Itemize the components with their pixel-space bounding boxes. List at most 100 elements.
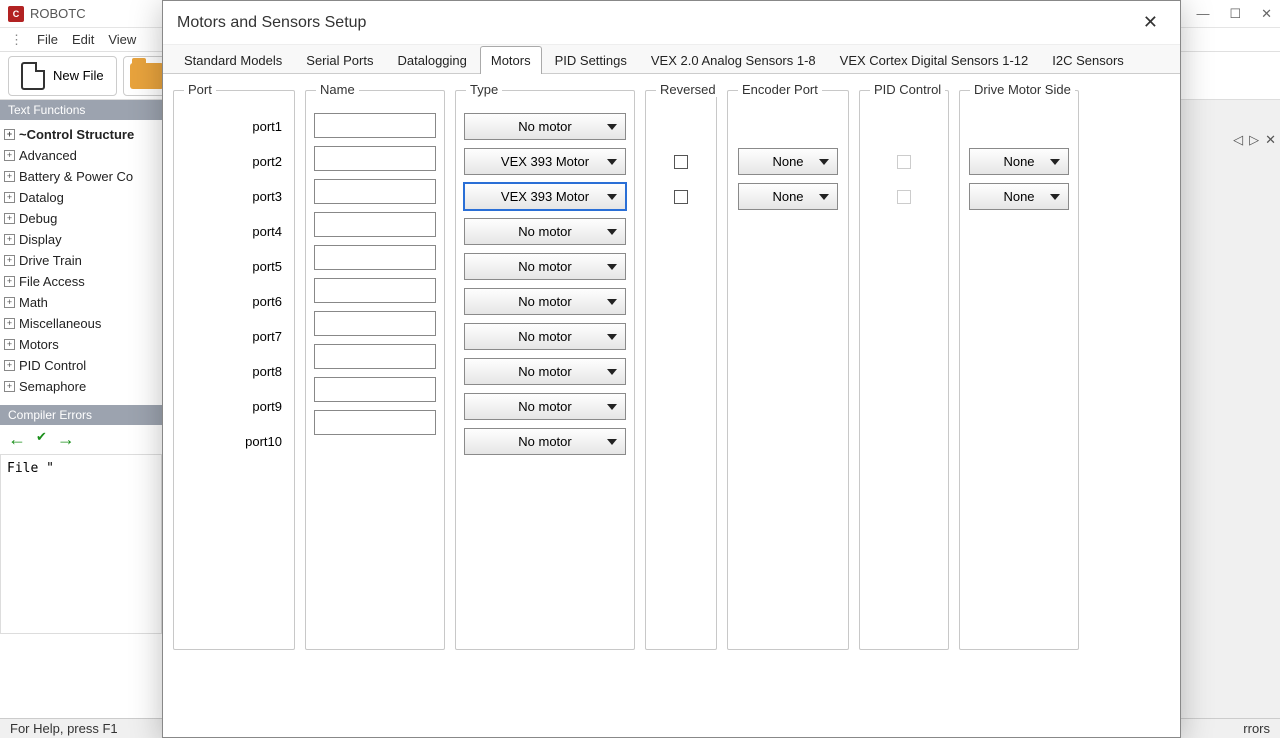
- tree-item-label: Motors: [19, 337, 59, 352]
- reversed-checkbox-port3[interactable]: [674, 190, 688, 204]
- menu-file[interactable]: File: [37, 32, 58, 47]
- tab-i2c-sensors[interactable]: I2C Sensors: [1041, 46, 1135, 74]
- tab-next-icon[interactable]: ▷: [1249, 132, 1259, 148]
- dialog-tabs: Standard ModelsSerial PortsDataloggingMo…: [163, 45, 1180, 74]
- drive-group: Drive Motor Side NoneNone: [959, 90, 1079, 650]
- expand-icon[interactable]: +: [4, 129, 15, 140]
- drive-dropdown-port2[interactable]: None: [969, 148, 1069, 175]
- name-input-port5[interactable]: [314, 245, 436, 270]
- tree-item-label: Advanced: [19, 148, 77, 163]
- prev-arrow-icon[interactable]: ←: [8, 429, 26, 450]
- name-input-port9[interactable]: [314, 377, 436, 402]
- tab-close-icon[interactable]: ✕: [1265, 132, 1276, 148]
- tree-item-5[interactable]: +Display: [0, 229, 162, 250]
- tree-item-0[interactable]: + ~Control Structure: [0, 124, 162, 145]
- dialog-close-button[interactable]: ✕: [1135, 8, 1166, 37]
- encoder-dropdown-port2[interactable]: None: [738, 148, 838, 175]
- name-input-port2[interactable]: [314, 146, 436, 171]
- app-title: ROBOTC: [30, 6, 86, 21]
- tab-serial-ports[interactable]: Serial Ports: [295, 46, 384, 74]
- port-group: Port port1port2port3port4port5port6port7…: [173, 90, 295, 650]
- minimize-icon[interactable]: —: [1196, 6, 1209, 22]
- port-label-9: port9: [182, 393, 286, 420]
- next-arrow-icon[interactable]: →: [57, 429, 75, 450]
- close-icon[interactable]: ✕: [1261, 6, 1272, 22]
- type-value: No motor: [518, 224, 571, 239]
- name-input-port4[interactable]: [314, 212, 436, 237]
- tab-prev-icon[interactable]: ◁: [1233, 132, 1243, 148]
- encoder-dropdown-port3[interactable]: None: [738, 183, 838, 210]
- type-dropdown-port1[interactable]: No motor: [464, 113, 626, 140]
- tree-item-7[interactable]: + File Access: [0, 271, 162, 292]
- type-dropdown-port10[interactable]: No motor: [464, 428, 626, 455]
- tree-item-9[interactable]: + Miscellaneous: [0, 313, 162, 334]
- chevron-down-icon: [607, 124, 617, 130]
- expand-icon[interactable]: +: [4, 171, 15, 182]
- tree-item-10[interactable]: + Motors: [0, 334, 162, 355]
- tab-vex-2-0-analog-sensors-1-8[interactable]: VEX 2.0 Analog Sensors 1-8: [640, 46, 827, 74]
- check-icon[interactable]: ✔: [36, 429, 47, 450]
- expand-icon[interactable]: +: [4, 297, 15, 308]
- name-input-port7[interactable]: [314, 311, 436, 336]
- maximize-icon[interactable]: ☐: [1229, 6, 1241, 22]
- expand-icon[interactable]: +: [4, 276, 15, 287]
- tree-item-11[interactable]: +PID Control: [0, 355, 162, 376]
- tab-pid-settings[interactable]: PID Settings: [544, 46, 638, 74]
- name-input-port10[interactable]: [314, 410, 436, 435]
- type-dropdown-port2[interactable]: VEX 393 Motor: [464, 148, 626, 175]
- type-dropdown-port6[interactable]: No motor: [464, 288, 626, 315]
- drive-value: None: [1003, 154, 1034, 169]
- name-input-port8[interactable]: [314, 344, 436, 369]
- new-file-icon: [21, 62, 45, 90]
- tree-item-label: Miscellaneous: [19, 316, 101, 331]
- text-functions-tree: + ~Control Structure + Advanced +Battery & P…: [0, 120, 162, 401]
- expand-icon[interactable]: +: [4, 213, 15, 224]
- expand-icon[interactable]: +: [4, 234, 15, 245]
- tree-item-4[interactable]: +Debug: [0, 208, 162, 229]
- type-dropdown-port3[interactable]: VEX 393 Motor: [464, 183, 626, 210]
- type-dropdown-port8[interactable]: No motor: [464, 358, 626, 385]
- expand-icon[interactable]: +: [4, 381, 15, 392]
- chevron-down-icon: [607, 159, 617, 165]
- expand-icon[interactable]: +: [4, 360, 15, 371]
- reversed-checkbox-port2[interactable]: [674, 155, 688, 169]
- tree-item-2[interactable]: +Battery & Power Co: [0, 166, 162, 187]
- tree-item-8[interactable]: +Math: [0, 292, 162, 313]
- type-legend: Type: [466, 82, 502, 97]
- chevron-down-icon: [819, 159, 829, 165]
- type-dropdown-port5[interactable]: No motor: [464, 253, 626, 280]
- menu-edit[interactable]: Edit: [72, 32, 94, 47]
- drive-dropdown-port3[interactable]: None: [969, 183, 1069, 210]
- type-dropdown-port7[interactable]: No motor: [464, 323, 626, 350]
- drive-legend: Drive Motor Side: [970, 82, 1075, 97]
- tab-datalogging[interactable]: Datalogging: [386, 46, 477, 74]
- tree-item-label: File Access: [19, 274, 85, 289]
- name-input-port1[interactable]: [314, 113, 436, 138]
- tab-standard-models[interactable]: Standard Models: [173, 46, 293, 74]
- type-dropdown-port4[interactable]: No motor: [464, 218, 626, 245]
- type-dropdown-port9[interactable]: No motor: [464, 393, 626, 420]
- expand-icon[interactable]: +: [4, 339, 15, 350]
- name-legend: Name: [316, 82, 359, 97]
- expand-icon[interactable]: +: [4, 192, 15, 203]
- tab-content-motors: Port port1port2port3port4port5port6port7…: [163, 74, 1180, 737]
- tree-item-label: ~Control Structure: [19, 127, 134, 142]
- expand-icon[interactable]: +: [4, 150, 15, 161]
- drive-value: None: [1003, 189, 1034, 204]
- new-file-label: New File: [53, 68, 104, 83]
- tree-item-12[interactable]: +Semaphore: [0, 376, 162, 397]
- tab-vex-cortex-digital-sensors-1-12[interactable]: VEX Cortex Digital Sensors 1-12: [829, 46, 1040, 74]
- tree-item-1[interactable]: + Advanced: [0, 145, 162, 166]
- chevron-down-icon: [607, 299, 617, 305]
- expand-icon[interactable]: +: [4, 255, 15, 266]
- name-input-port6[interactable]: [314, 278, 436, 303]
- chevron-down-icon: [819, 194, 829, 200]
- name-input-port3[interactable]: [314, 179, 436, 204]
- chevron-down-icon: [607, 439, 617, 445]
- expand-icon[interactable]: +: [4, 318, 15, 329]
- tab-motors[interactable]: Motors: [480, 46, 542, 74]
- tree-item-3[interactable]: +Datalog: [0, 187, 162, 208]
- tree-item-6[interactable]: +Drive Train: [0, 250, 162, 271]
- menu-view[interactable]: View: [108, 32, 136, 47]
- new-file-button[interactable]: New File: [8, 56, 117, 96]
